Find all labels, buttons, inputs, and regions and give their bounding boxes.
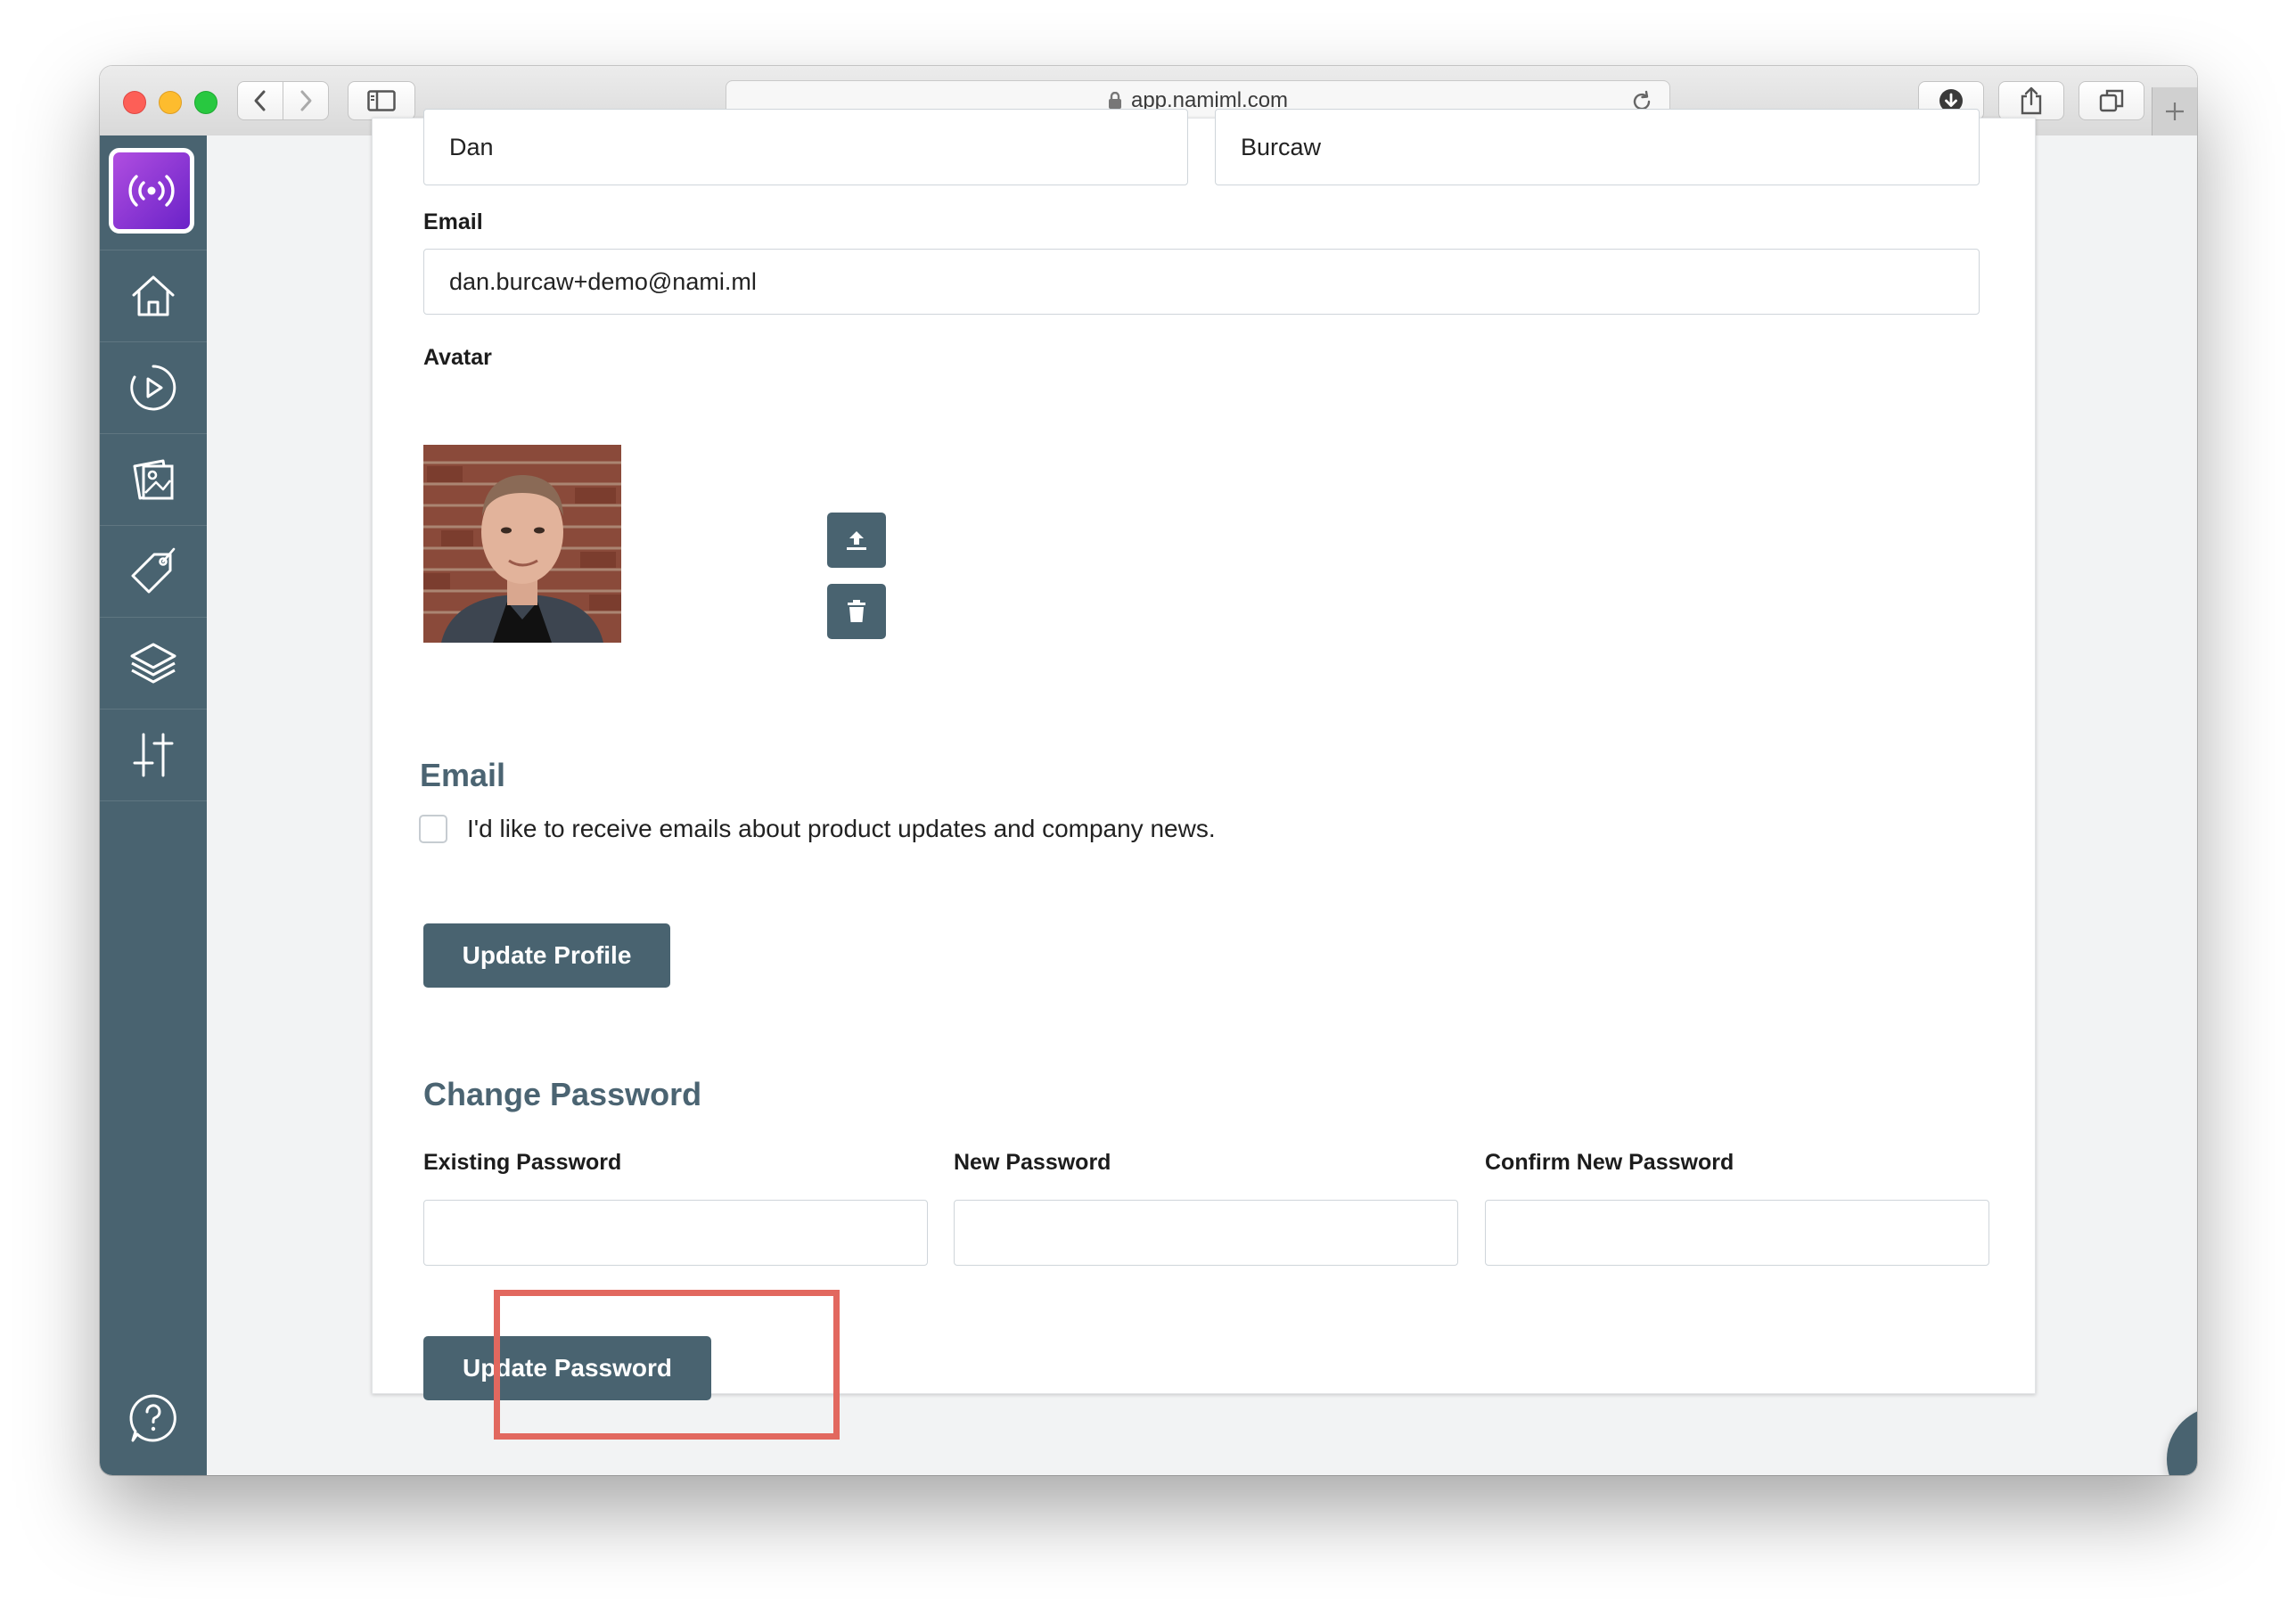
avatar-label: Avatar [423,345,492,370]
browser-window: app.namiml.com Dan Burcaw Email dan.burc… [100,66,2197,1475]
help-icon [129,1394,176,1442]
existing-password-label: Existing Password [423,1150,622,1175]
broadcast-icon [128,175,175,207]
email-value: dan.burcaw+demo@nami.ml [449,267,757,295]
close-window-button[interactable] [123,91,146,114]
newsletter-checkbox-label[interactable]: I'd like to receive emails about product… [467,815,1216,843]
sidebar-item-help[interactable] [100,1382,207,1454]
sidebar-icon [367,90,396,111]
chevron-left-icon [254,90,266,111]
sidebar-item-tag[interactable] [100,525,207,617]
upload-avatar-button[interactable] [827,513,886,568]
confirm-password-field[interactable] [1485,1200,1989,1266]
sliders-icon [133,733,174,777]
chevron-right-icon [300,90,312,111]
sidebar-item-home[interactable] [100,250,207,341]
sidebar-item-images[interactable] [100,433,207,525]
highlight-box [494,1290,840,1440]
share-button[interactable] [1998,81,2064,120]
app-logo[interactable] [109,148,194,234]
change-password-title: Change Password [423,1076,702,1112]
profile-card: Dan Burcaw Email dan.burcaw+demo@nami.ml… [372,109,2036,1400]
sidebar-item-layers[interactable] [100,617,207,709]
layers-icon [130,643,176,684]
sidebar-item-settings[interactable] [100,709,207,801]
tag-icon [131,547,176,594]
sidebar-toggle-button[interactable] [348,81,415,120]
new-password-label: New Password [954,1150,1111,1175]
update-profile-button[interactable]: Update Profile [423,923,670,988]
confirm-password-label: Confirm New Password [1485,1150,1734,1175]
tabs-icon [2099,89,2124,112]
plus-icon [2166,103,2184,120]
back-button[interactable] [237,81,283,120]
minimize-window-button[interactable] [159,91,182,114]
last-name-field[interactable]: Burcaw [1215,109,1980,185]
forward-button[interactable] [283,81,329,120]
app-sidebar [100,135,207,1475]
new-password-field[interactable] [954,1200,1458,1266]
trash-icon [848,600,865,622]
lock-icon [1108,92,1121,109]
main-content: Dan Burcaw Email dan.burcaw+demo@nami.ml… [207,109,2197,1475]
sidebar-item-play[interactable] [100,341,207,433]
delete-avatar-button[interactable] [827,584,886,639]
play-circle-icon [130,365,176,411]
email-field[interactable]: dan.burcaw+demo@nami.ml [423,249,1980,315]
tab-overview-button[interactable] [2079,81,2144,120]
zoom-window-button[interactable] [194,91,217,114]
upload-icon [847,531,866,550]
chat-icon [2194,1433,2197,1475]
share-icon [2021,86,2042,115]
first-name-value: Dan [449,133,494,160]
home-icon [132,275,175,316]
email-preferences-title: Email [420,757,506,793]
existing-password-field[interactable] [423,1200,928,1266]
new-tab-button[interactable] [2152,87,2197,135]
avatar [423,445,621,643]
email-label: Email [423,209,483,234]
newsletter-checkbox[interactable] [419,815,447,843]
avatar-photo [423,445,621,643]
last-name-value: Burcaw [1241,133,1322,160]
images-icon [133,459,174,500]
first-name-field[interactable]: Dan [423,109,1188,185]
